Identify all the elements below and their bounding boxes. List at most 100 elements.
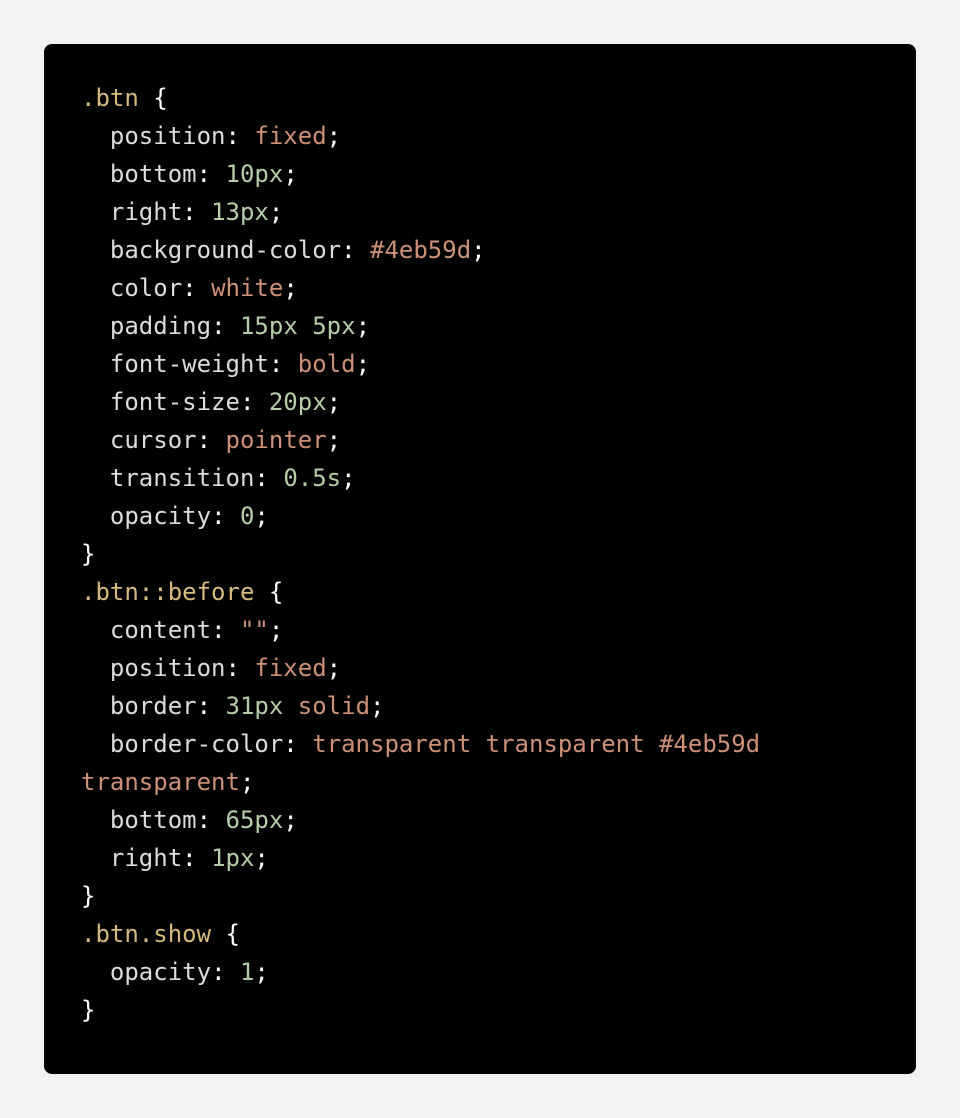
code-token-punct: ; (254, 844, 269, 872)
code-token-property: font-size (81, 388, 240, 416)
code-line: .btn { (81, 79, 880, 117)
code-line: bottom: 10px; (81, 155, 880, 193)
code-token-punct: : (283, 730, 313, 758)
code-token-property: padding (81, 312, 212, 340)
code-token-value: #4eb59d (370, 236, 472, 264)
code-line: font-weight: bold; (81, 345, 880, 383)
code-line: } (81, 535, 880, 573)
code-line: padding: 15px 5px; (81, 307, 880, 345)
code-token-punct: ; (283, 160, 298, 188)
code-token-punct: { (138, 84, 168, 112)
code-token-property: font-weight (81, 350, 269, 378)
code-token-punct: : (211, 312, 240, 340)
code-token-selector: .btn (81, 84, 139, 112)
code-token-punct: ; (283, 806, 298, 834)
code-line: position: fixed; (81, 649, 880, 687)
code-line: bottom: 65px; (81, 801, 880, 839)
code-token-number: 15px 5px (239, 312, 356, 340)
code-token-punct: ; (254, 958, 269, 986)
code-token-punct: : (182, 844, 212, 872)
code-token-punct: ; (370, 692, 385, 720)
code-token-property: right (81, 198, 183, 226)
code-token-property: border-color (81, 730, 284, 758)
code-token-punct: : (182, 198, 212, 226)
code-line: } (81, 877, 880, 915)
code-token-punct: ; (326, 654, 342, 682)
code-token-punct: : (211, 958, 240, 986)
code-token-property: bottom (81, 806, 197, 834)
code-token-punct: : (239, 388, 269, 416)
code-content: .btn { position: fixed; bottom: 10px; ri… (81, 79, 880, 1029)
code-token-punct: } (81, 996, 96, 1024)
code-token-punct: : (211, 502, 240, 530)
code-line: background-color: #4eb59d; (81, 231, 880, 269)
code-line: cursor: pointer; (81, 421, 880, 459)
code-token-punct: : (254, 464, 284, 492)
code-line: font-size: 20px; (81, 383, 880, 421)
code-token-punct: ; (355, 312, 371, 340)
code-token-punct: ; (355, 350, 371, 378)
code-token-punct: : (196, 692, 226, 720)
code-token-property: right (81, 844, 183, 872)
code-token-property: bottom (81, 160, 197, 188)
code-token-punct: { (211, 920, 240, 948)
code-token-punct: ; (254, 502, 269, 530)
code-token-punct: : (268, 350, 298, 378)
code-token-punct: : (196, 426, 226, 454)
code-line: color: white; (81, 269, 880, 307)
code-line: border-color: transparent transparent #4… (81, 725, 880, 801)
code-token-value: "" (239, 616, 269, 644)
code-block: .btn { position: fixed; bottom: 10px; ri… (44, 44, 916, 1074)
code-token-punct: ; (326, 122, 342, 150)
code-token-property: background-color (81, 236, 342, 264)
code-token-punct: ; (268, 198, 284, 226)
code-token-number: 1px (211, 844, 255, 872)
code-token-punct: : (182, 274, 212, 302)
code-line: transition: 0.5s; (81, 459, 880, 497)
code-token-punct: : (196, 806, 226, 834)
code-token-selector: .btn::before (81, 578, 255, 606)
code-token-property: content (81, 616, 212, 644)
code-token-punct: : (196, 160, 226, 188)
code-token-property: opacity (81, 502, 212, 530)
code-line: opacity: 0; (81, 497, 880, 535)
code-token-punct: ; (326, 426, 342, 454)
code-token-value: bold (297, 350, 356, 378)
code-token-punct: : (225, 122, 255, 150)
code-line: opacity: 1; (81, 953, 880, 991)
code-token-punct: ; (239, 768, 255, 796)
code-line: } (81, 991, 880, 1029)
code-token-number: 31px (225, 692, 284, 720)
code-token-property: border (81, 692, 197, 720)
code-token-property: transition (81, 464, 255, 492)
code-token-number: 1 (239, 958, 255, 986)
code-token-punct: ; (471, 236, 486, 264)
code-line: position: fixed; (81, 117, 880, 155)
code-token-punct: ; (326, 388, 342, 416)
code-token-value: pointer (225, 426, 327, 454)
code-line: .btn::before { (81, 573, 880, 611)
code-line: right: 1px; (81, 839, 880, 877)
code-token-value: fixed (254, 654, 327, 682)
code-token-punct (283, 692, 297, 720)
code-token-punct: : (225, 654, 255, 682)
code-token-punct: } (81, 882, 96, 910)
code-line: content: ""; (81, 611, 880, 649)
code-token-punct: : (211, 616, 240, 644)
code-token-punct: ; (341, 464, 356, 492)
code-token-property: opacity (81, 958, 212, 986)
code-token-number: 0 (239, 502, 255, 530)
code-token-value: fixed (254, 122, 327, 150)
code-token-number: 20px (268, 388, 327, 416)
code-token-punct: } (81, 540, 96, 568)
code-token-punct: ; (268, 616, 284, 644)
code-token-punct: : (341, 236, 370, 264)
code-line: .btn.show { (81, 915, 880, 953)
code-token-value: solid (297, 692, 371, 720)
code-token-property: color (81, 274, 183, 302)
code-token-selector: .btn.show (81, 920, 212, 948)
code-token-number: 65px (225, 806, 284, 834)
code-token-property: position (81, 654, 226, 682)
code-token-punct: ; (283, 274, 298, 302)
code-token-number: 10px (225, 160, 284, 188)
